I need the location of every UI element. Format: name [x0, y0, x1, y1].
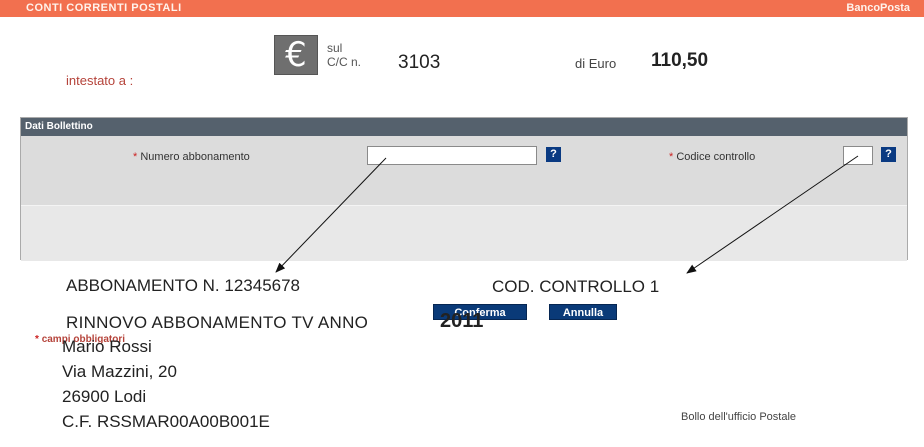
- codice-controllo-label: * Codice controllo: [669, 151, 755, 163]
- holder-street: Via Mazzini, 20: [62, 362, 177, 381]
- cc-label: sul C/C n.: [327, 41, 361, 69]
- panel-title: Dati Bollettino: [25, 121, 93, 132]
- account-number: 3103: [398, 52, 441, 73]
- numero-abbonamento-text: Numero abbonamento: [140, 151, 250, 163]
- rinnovo-text: RINNOVO ABBONAMENTO TV ANNO: [66, 313, 369, 332]
- brand-logo-text: BancoPosta: [846, 2, 910, 14]
- sul-label: sul: [327, 41, 343, 55]
- cc-number-label: C/C n.: [327, 55, 362, 69]
- help-icon[interactable]: ?: [881, 147, 896, 162]
- codice-controllo-input[interactable]: [843, 146, 873, 165]
- numero-abbonamento-label: * Numero abbonamento: [133, 151, 250, 163]
- bollo-ufficio-label: Bollo dell'ufficio Postale: [681, 411, 797, 423]
- intestato-label: intestato a :: [66, 73, 134, 88]
- header-title: CONTI CORRENTI POSTALI: [26, 2, 182, 14]
- holder-city: 26900 Lodi: [62, 387, 147, 406]
- euro-icon: €: [274, 35, 318, 75]
- panel-header: Dati Bollettino: [21, 118, 907, 136]
- abbonamento-number-annotation: ABBONAMENTO N. 12345678: [66, 276, 301, 295]
- panel-actions-area: Conferma Annulla * campi obbligatori: [21, 206, 907, 345]
- required-star: *: [133, 151, 138, 163]
- codice-controllo-text: Codice controllo: [676, 151, 756, 163]
- header-bar: CONTI CORRENTI POSTALI BancoPosta: [0, 0, 924, 17]
- holder-fiscal-code: C.F. RSSMAR00A00B001E: [62, 412, 270, 431]
- numero-abbonamento-input[interactable]: [367, 146, 537, 165]
- required-star: *: [669, 151, 674, 163]
- codice-controllo-annotation: COD. CONTROLLO 1: [492, 277, 660, 296]
- rinnovo-year: 2011: [440, 310, 484, 332]
- bollettino-form-panel: Dati Bollettino * Numero abbonamento ? *…: [20, 117, 908, 345]
- required-star: *: [35, 334, 39, 345]
- annulla-button[interactable]: Annulla: [549, 304, 617, 320]
- holder-name: Mario Rossi: [62, 337, 152, 356]
- help-icon[interactable]: ?: [546, 147, 561, 162]
- amount-value: 110,50: [651, 50, 709, 71]
- di-euro-label: di Euro: [575, 56, 617, 71]
